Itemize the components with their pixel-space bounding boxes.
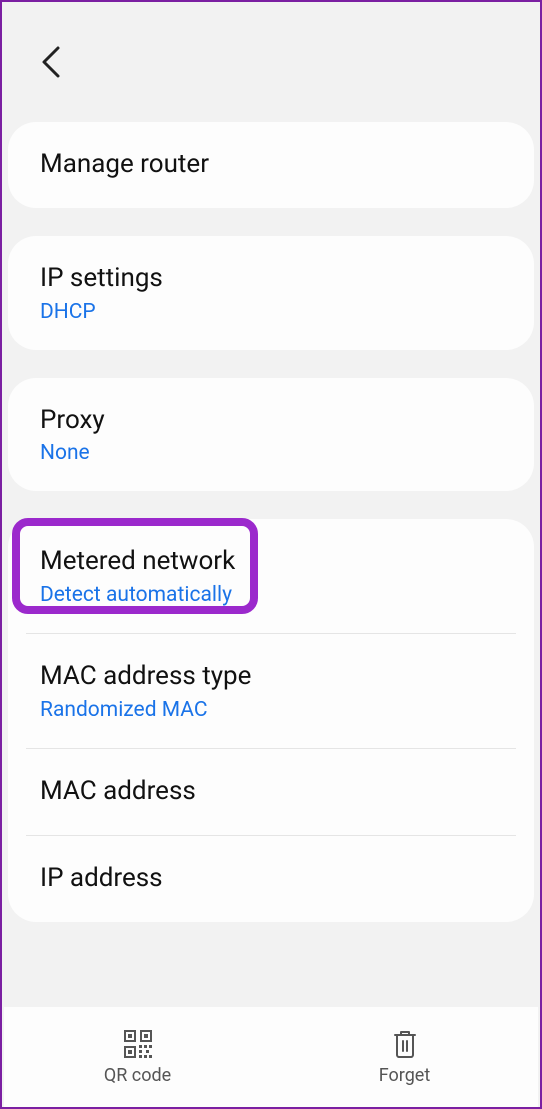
back-icon [40,44,64,80]
forget-button[interactable]: Forget [271,1007,538,1107]
row-title-proxy: Proxy [40,404,502,438]
card-manage-router: Manage router [8,122,534,208]
row-sub-proxy: None [40,441,502,465]
back-button[interactable] [32,42,72,82]
row-ip-address[interactable]: IP address [8,836,534,922]
row-title-metered: Metered network [40,545,502,579]
row-mac-address[interactable]: MAC address [8,749,534,835]
row-title-manage-router: Manage router [40,148,502,182]
row-sub-ip-settings: DHCP [40,300,502,324]
settings-content: Manage router IP settings DHCP Proxy Non… [2,122,540,922]
row-title-ip-addr: IP address [40,862,502,896]
qr-code-icon [123,1029,153,1059]
row-title-mac-addr: MAC address [40,775,502,809]
row-sub-metered: Detect automatically [40,583,502,607]
trash-icon [390,1029,420,1059]
row-title-ip-settings: IP settings [40,262,502,296]
forget-label: Forget [379,1065,431,1086]
card-ip-proxy: IP settings DHCP [8,236,534,350]
row-metered-network[interactable]: Metered network Detect automatically [8,519,534,633]
header-bar [2,2,540,122]
row-title-mac-type: MAC address type [40,660,502,694]
row-mac-address-type[interactable]: MAC address type Randomized MAC [8,634,534,748]
qr-code-button[interactable]: QR code [4,1007,271,1107]
row-ip-settings[interactable]: IP settings DHCP [8,236,534,350]
row-sub-mac-type: Randomized MAC [40,698,502,722]
qr-code-label: QR code [104,1065,171,1086]
card-proxy: Proxy None [8,378,534,492]
row-manage-router[interactable]: Manage router [8,122,534,208]
card-network-details: Metered network Detect automatically MAC… [8,519,534,921]
row-proxy[interactable]: Proxy None [8,378,534,492]
footer-bar: QR code Forget [4,1007,538,1107]
